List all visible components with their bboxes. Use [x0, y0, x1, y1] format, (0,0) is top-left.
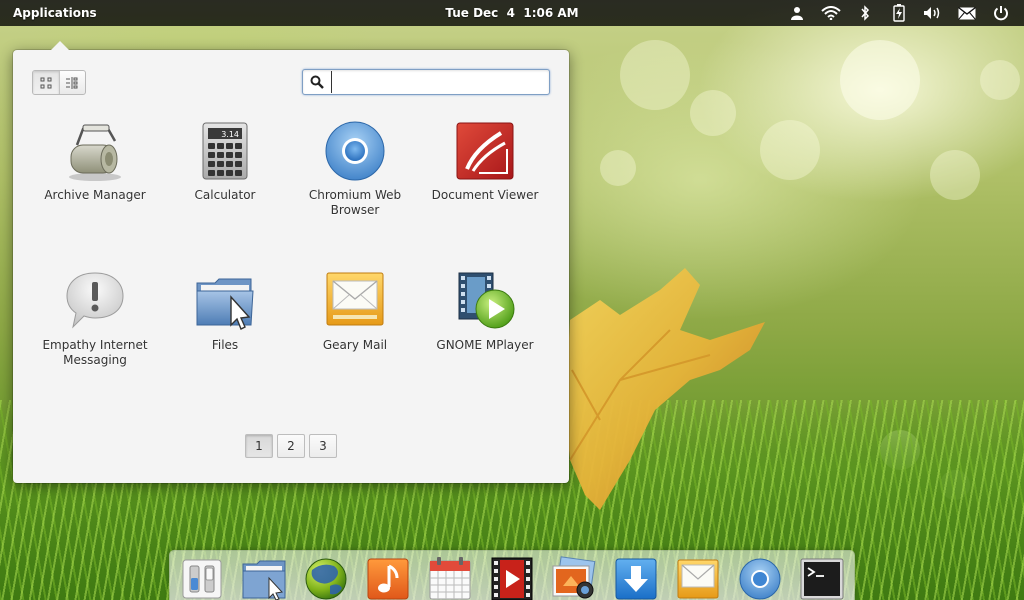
calculator-icon: 3.14 — [202, 122, 248, 180]
app-label: Empathy Internet Messaging — [42, 338, 148, 367]
folder-icon — [242, 560, 286, 600]
app-geary-mail[interactable]: Geary Mail — [290, 266, 420, 406]
files-icon — [196, 278, 254, 330]
calculator-display-text: 3.14 — [221, 130, 239, 139]
app-label: Calculator — [194, 188, 256, 202]
mail-icon[interactable] — [950, 0, 984, 26]
app-empathy-internet-messaging[interactable]: Empathy Internet Messaging — [30, 266, 160, 406]
search-box — [302, 69, 550, 95]
dock-photos[interactable] — [550, 552, 598, 600]
app-archive-manager[interactable]: Archive Manager — [30, 116, 160, 256]
archive-manager-icon — [69, 124, 121, 181]
wifi-icon[interactable] — [814, 0, 848, 26]
music-note-icon — [367, 558, 409, 599]
dock-terminal[interactable] — [798, 552, 846, 600]
app-files[interactable]: Files — [160, 266, 290, 406]
dock-files[interactable] — [240, 552, 288, 600]
volume-icon[interactable] — [916, 0, 950, 26]
app-chromium-web-browser[interactable]: Chromium Web Browser — [290, 116, 420, 256]
dock-switchboard-settings[interactable] — [178, 552, 226, 600]
bluetooth-icon[interactable] — [848, 0, 882, 26]
dock-calendar[interactable] — [426, 552, 474, 600]
grid-view-icon — [40, 77, 52, 88]
app-label: Archive Manager — [44, 188, 146, 202]
gnome-mplayer-icon — [458, 272, 515, 329]
app-label: Chromium Web Browser — [308, 188, 402, 217]
app-label: Files — [211, 338, 239, 352]
grid-view-button[interactable] — [33, 71, 59, 94]
geary-mail-icon — [326, 272, 384, 326]
power-icon[interactable] — [984, 0, 1018, 26]
category-view-button[interactable] — [60, 71, 86, 94]
page-2-button[interactable]: 2 — [277, 434, 305, 458]
app-document-viewer[interactable]: Document Viewer — [420, 116, 550, 256]
app-calculator[interactable]: 3.14 Calculator — [160, 116, 290, 256]
settings-switches-icon — [182, 559, 222, 598]
search-input[interactable] — [331, 71, 549, 93]
view-mode-switcher — [32, 70, 86, 95]
applications-menu-popover: Archive Manager 3.14 Calculator Chromium… — [13, 41, 569, 483]
category-view-icon — [66, 76, 78, 89]
indicator-area — [780, 0, 1018, 26]
calendar-icon — [429, 556, 471, 599]
app-label: Geary Mail — [322, 338, 388, 352]
app-label: Document Viewer — [431, 188, 539, 202]
user-icon[interactable] — [780, 0, 814, 26]
mail-envelope-icon — [677, 559, 719, 598]
page-switcher: 1 2 3 — [245, 434, 337, 458]
dock-mail[interactable] — [674, 552, 722, 600]
dock-music[interactable] — [364, 552, 412, 600]
page-3-button[interactable]: 3 — [309, 434, 337, 458]
download-arrow-icon — [615, 558, 657, 599]
applications-menu-button[interactable]: Applications — [7, 0, 103, 26]
document-viewer-icon — [456, 122, 514, 180]
chromium-icon — [325, 121, 385, 181]
battery-icon[interactable] — [882, 0, 916, 26]
film-strip-icon — [491, 557, 533, 600]
autumn-leaf — [565, 268, 765, 510]
terminal-icon — [800, 558, 844, 599]
app-label: GNOME MPlayer — [436, 338, 534, 352]
empathy-icon — [66, 272, 124, 329]
search-icon — [303, 75, 331, 89]
top-panel: Applications Tue Dec 4 1:06 AM — [0, 0, 1024, 26]
popover-arrow — [50, 41, 70, 51]
app-gnome-mplayer[interactable]: GNOME MPlayer — [420, 266, 550, 406]
dock — [170, 551, 854, 600]
globe-icon — [305, 558, 347, 599]
dock-downloads[interactable] — [612, 552, 660, 600]
page-1-button[interactable]: 1 — [245, 434, 273, 458]
dock-videos[interactable] — [488, 552, 536, 600]
photos-icon — [552, 555, 596, 598]
dock-chromium[interactable] — [736, 552, 784, 600]
chromium-icon — [739, 558, 781, 599]
dock-web-browser[interactable] — [302, 552, 350, 600]
clock-indicator[interactable]: Tue Dec 4 1:06 AM — [445, 6, 578, 20]
